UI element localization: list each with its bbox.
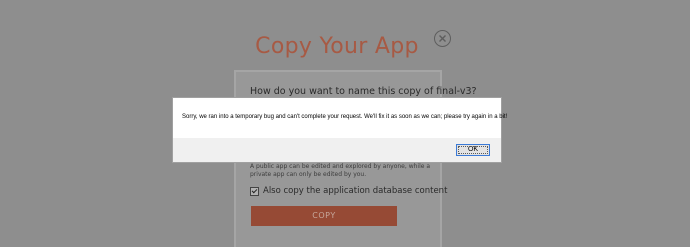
close-icon[interactable] (434, 30, 451, 47)
dialog-title: Copy Your App (255, 34, 419, 59)
copy-database-option[interactable]: Also copy the application database conte… (250, 186, 447, 196)
alert-message: Sorry, we ran into a temporary bug and c… (182, 114, 508, 120)
error-alert-dialog: Sorry, we ran into a temporary bug and c… (172, 97, 507, 163)
ok-button[interactable]: OK (456, 144, 490, 156)
copy-database-label: Also copy the application database conte… (263, 186, 448, 196)
name-question-label: How do you want to name this copy of fin… (250, 86, 477, 97)
alert-body: Sorry, we ran into a temporary bug and c… (173, 98, 507, 138)
privacy-help-text: A public app can be edited and explored … (250, 163, 431, 178)
copy-button[interactable]: COPY (251, 206, 397, 226)
copy-database-checkbox[interactable] (250, 186, 259, 196)
